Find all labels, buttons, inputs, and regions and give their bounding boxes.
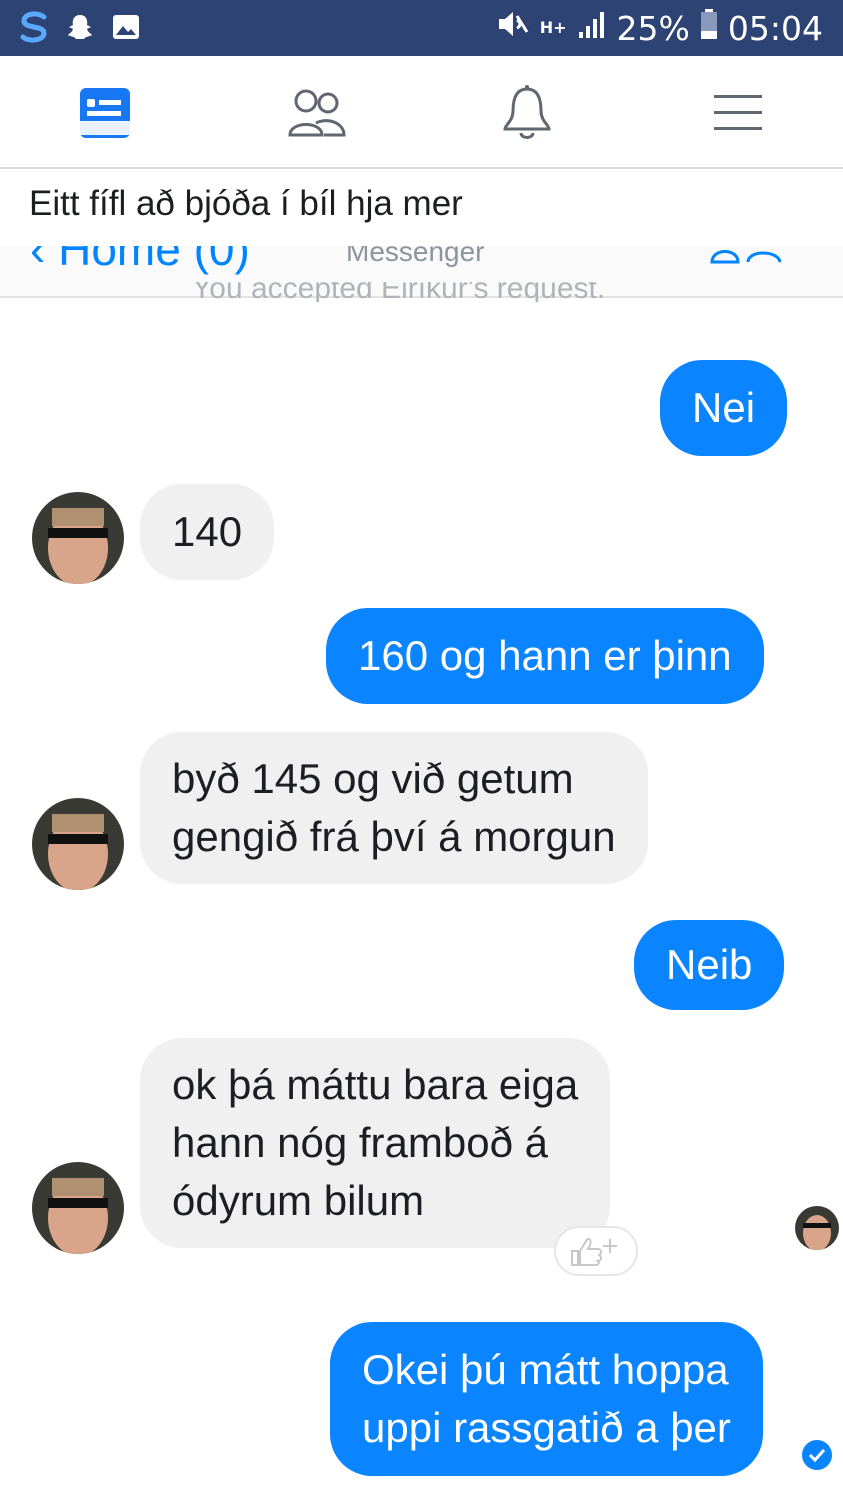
message-incoming[interactable]: byð 145 og við getum gengið frá því á mo… — [140, 732, 648, 884]
battery-percent: 25% — [616, 8, 690, 48]
friends-tab[interactable] — [281, 80, 351, 146]
notifications-tab[interactable] — [492, 80, 562, 146]
thumbs-up-add-icon[interactable] — [554, 1226, 638, 1276]
avatar[interactable] — [32, 492, 124, 584]
facebook-nav-bar — [0, 56, 843, 169]
mute-icon — [496, 8, 530, 48]
messenger-title: Messenger — [346, 246, 485, 267]
messenger-screenshot: ‹ Home (0) Messenger You accepted Eiríku… — [0, 246, 843, 1498]
battery-icon — [700, 8, 718, 48]
news-feed-icon — [80, 88, 130, 138]
message-outgoing[interactable]: Neib — [634, 920, 785, 1010]
seen-avatar — [795, 1206, 839, 1250]
bell-icon — [503, 85, 551, 139]
snapchat-icon — [64, 10, 96, 44]
network-type: H+ — [539, 18, 567, 37]
delivered-check-icon — [802, 1440, 832, 1470]
post-caption-text: Eitt fífl að bjóða í bíl hja mer — [29, 184, 463, 223]
signal-icon — [577, 9, 607, 48]
s-app-icon — [18, 10, 50, 44]
menu-tab[interactable] — [703, 80, 773, 146]
clock: 05:04 — [727, 8, 823, 48]
menu-icon — [714, 95, 762, 130]
chevron-left-icon: ‹ — [30, 246, 59, 275]
avatar[interactable] — [32, 1162, 124, 1254]
message-outgoing[interactable]: Okei þú mátt hoppa uppi rassgatið a þer — [330, 1322, 763, 1476]
people-icon[interactable] — [708, 246, 784, 269]
accepted-request-notice: You accepted Eiríkur's request. — [192, 282, 606, 302]
status-bar: H+ 25% 05:04 — [0, 0, 843, 56]
message-incoming[interactable]: ok þá máttu bara eiga hann nóg framboð á… — [140, 1038, 611, 1248]
message-outgoing[interactable]: Nei — [660, 360, 788, 456]
back-link[interactable]: ‹ Home (0) — [30, 246, 250, 276]
back-link-label: Home (0) — [58, 246, 250, 275]
message-incoming[interactable]: 140 — [140, 484, 275, 580]
gallery-icon — [110, 10, 142, 44]
message-outgoing[interactable]: 160 og hann er þinn — [326, 608, 764, 704]
friends-icon — [288, 89, 346, 137]
avatar[interactable] — [32, 798, 124, 890]
news-feed-tab[interactable] — [70, 80, 140, 146]
post-caption: Eitt fífl að bjóða í bíl hja mer — [0, 170, 843, 246]
